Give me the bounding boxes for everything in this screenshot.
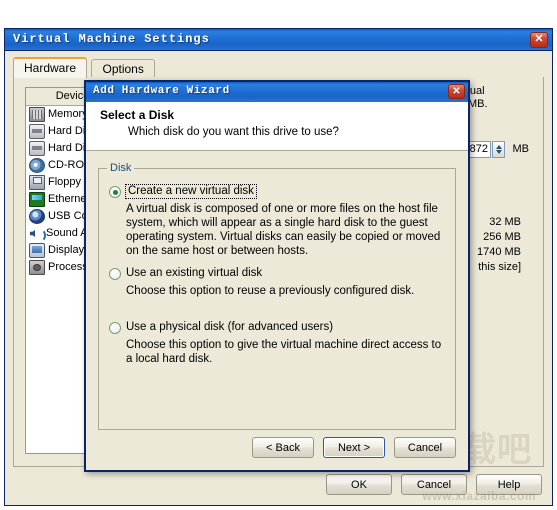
memory-unit-label: MB [512, 143, 530, 155]
main-window-title: Virtual Machine Settings [13, 32, 210, 46]
close-icon[interactable]: ✕ [530, 32, 548, 48]
option-use-physical-disk[interactable]: Use a physical disk (for advanced users)… [109, 321, 443, 366]
option-description: A virtual disk is composed of one or mor… [126, 203, 441, 257]
screen: Virtual Machine Settings ✕ Hardware Opti… [0, 0, 557, 510]
sound-icon [29, 227, 46, 242]
chevron-down-icon[interactable] [496, 150, 502, 154]
next-button[interactable]: Next > [323, 437, 385, 458]
radio-create-new-virtual-disk[interactable] [109, 186, 121, 198]
tab-strip: Hardware Options [13, 57, 155, 78]
processor-icon [29, 260, 45, 275]
usb-icon [29, 209, 45, 224]
radio-use-physical-disk[interactable] [109, 322, 121, 334]
cancel-button[interactable]: Cancel [401, 474, 467, 495]
hard-disk-icon [29, 124, 45, 139]
wizard-titlebar: Add Hardware Wizard ✕ [86, 82, 468, 102]
back-button[interactable]: < Back [252, 437, 314, 458]
cd-rom-icon [29, 158, 45, 173]
tab-hardware[interactable]: Hardware [13, 57, 88, 78]
list-item-label: Display [48, 244, 85, 256]
close-icon[interactable]: ✕ [448, 84, 465, 99]
disk-group-box: Disk Create a new virtual disk A virtual… [98, 162, 456, 430]
help-button[interactable]: Help [476, 474, 542, 495]
option-description: Choose this option to reuse a previously… [126, 285, 415, 297]
disk-group-label: Disk [107, 162, 135, 174]
wizard-header: Select a Disk Which disk do you want thi… [86, 102, 468, 151]
hard-disk-icon [29, 141, 45, 156]
ethernet-icon [29, 192, 45, 207]
tab-options[interactable]: Options [91, 59, 155, 78]
list-item-label: Memory [48, 108, 88, 120]
page-subtitle: Which disk do you want this drive to use… [128, 126, 339, 138]
option-label[interactable]: Use an existing virtual disk [126, 267, 262, 280]
cancel-button[interactable]: Cancel [394, 437, 456, 458]
page-title: Select a Disk [100, 108, 175, 122]
option-use-existing-virtual-disk[interactable]: Use an existing virtual disk Choose this… [109, 267, 443, 298]
main-window-buttons: OK Cancel Help [326, 474, 542, 495]
option-label[interactable]: Use a physical disk (for advanced users) [126, 321, 333, 334]
display-icon [29, 243, 45, 258]
ok-button[interactable]: OK [326, 474, 392, 495]
chevron-up-icon[interactable] [496, 145, 502, 149]
memory-stepper[interactable] [492, 141, 505, 158]
main-window-titlebar: Virtual Machine Settings ✕ [5, 29, 552, 51]
add-hardware-wizard-dialog: Add Hardware Wizard ✕ Select a Disk Whic… [84, 80, 470, 472]
floppy-icon [29, 175, 45, 190]
option-create-new-virtual-disk[interactable]: Create a new virtual disk A virtual disk… [109, 184, 443, 258]
wizard-title: Add Hardware Wizard [93, 85, 230, 97]
wizard-content: Disk Create a new virtual disk A virtual… [86, 152, 468, 430]
list-item-label: Floppy [48, 176, 82, 188]
option-label[interactable]: Create a new virtual disk [125, 184, 257, 199]
option-description: Choose this option to give the virtual m… [126, 339, 442, 365]
radio-use-existing-virtual-disk[interactable] [109, 268, 121, 280]
wizard-buttons: < Back Next > Cancel [252, 437, 456, 458]
memory-icon [29, 107, 45, 122]
